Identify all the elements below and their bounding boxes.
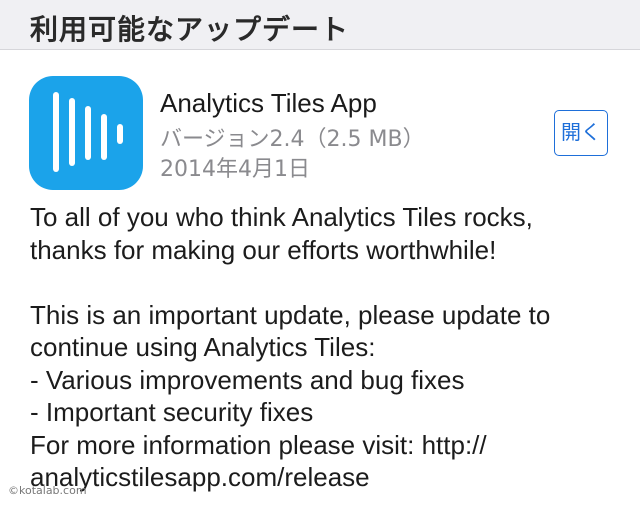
app-release-date: 2014年4月1日 [160,157,310,182]
release-note-line: For more information please visit: http:… [30,429,487,460]
release-note-line [30,266,630,299]
release-note-line: - Important security fixes [30,397,314,427]
release-note-line: To all of you who think Analytics Tiles … [30,202,533,232]
section-title: 利用可能なアップデート [30,13,350,46]
release-notes: To all of you who think Analytics Tiles … [30,201,630,494]
release-note-line: thanks for making our efforts worthwhile… [30,234,497,265]
analytics-tiles-app-icon[interactable] [29,76,143,190]
waveform-icon [53,92,123,172]
section-header: 利用可能なアップデート [0,0,640,50]
watermark: ©kotalab.com [8,484,87,497]
app-name: Analytics Tiles App [160,88,377,118]
app-version: バージョン2.4（2.5 MB） [160,127,425,152]
open-button[interactable]: 開く [554,110,608,156]
release-note-line: - Various improvements and bug fixes [30,364,465,395]
release-note-link[interactable]: analyticstilesapp.com/release [30,461,630,494]
release-note-line: This is an important update, please upda… [30,299,551,330]
release-note-line: continue using Analytics Tiles: [30,332,376,362]
